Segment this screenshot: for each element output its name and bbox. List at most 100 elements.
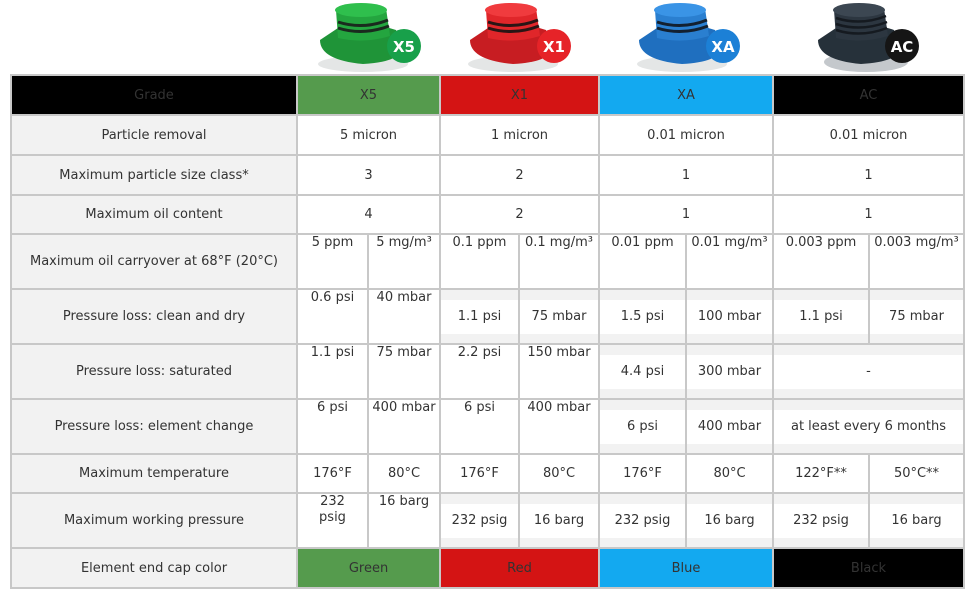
table-cell: 6 psi <box>296 398 369 455</box>
filter-cap-icon: X1 <box>468 3 571 72</box>
product-images-row: X5 X1 XA AC <box>0 0 971 75</box>
cap-color-green: Green <box>296 547 441 589</box>
table-cell: 0.1 mg/m³ <box>518 233 600 290</box>
table-row-pressure-loss-saturated: Pressure loss: saturated 1.1 psi 75 mbar… <box>10 343 965 400</box>
table-cell: 150 mbar <box>518 343 600 400</box>
filter-grade-spec-table: Grade X5 X1 XA AC Particle removal 5 mic… <box>10 74 965 589</box>
table-cell: 40 mbar <box>367 288 441 345</box>
table-row-particle-size-class: Maximum particle size class* 3 2 1 1 <box>10 154 965 196</box>
grade-header-x1: X1 <box>439 74 600 116</box>
table-cell: 1.1 psi <box>296 343 369 400</box>
table-cell: 1 <box>598 154 774 196</box>
table-cell: 75 mbar <box>868 288 965 345</box>
table-row-max-working-pressure: Maximum working pressure 232 psig 16 bar… <box>10 492 965 549</box>
grade-header-xa: XA <box>598 74 774 116</box>
table-cell: 232 psig <box>598 492 687 549</box>
product-image-x5: X5 <box>308 0 428 72</box>
row-label: Maximum particle size class* <box>10 154 298 196</box>
row-label: Pressure loss: clean and dry <box>10 288 298 345</box>
table-cell: 400 mbar <box>367 398 441 455</box>
table-cell: 16 barg <box>367 492 441 549</box>
table-cell: 16 barg <box>868 492 965 549</box>
filter-cap-icon: X5 <box>318 3 421 72</box>
table-cell: 5 micron <box>296 114 441 156</box>
table-cell: 75 mbar <box>367 343 441 400</box>
table-cell: 5 ppm <box>296 233 369 290</box>
header-row: Grade X5 X1 XA AC <box>10 74 965 116</box>
svg-text:XA: XA <box>711 38 735 56</box>
table-cell: 80°C <box>685 453 774 494</box>
table-cell: 5 mg/m³ <box>367 233 441 290</box>
table-cell: 0.003 mg/m³ <box>868 233 965 290</box>
table-cell: 232 psig <box>296 492 369 549</box>
product-image-xa: XA <box>627 0 747 72</box>
table-cell: 0.6 psi <box>296 288 369 345</box>
table-cell: 80°C <box>367 453 441 494</box>
row-label: Maximum oil carryover at 68°F (20°C) <box>10 233 298 290</box>
table-cell: 16 barg <box>685 492 774 549</box>
cap-color-black: Black <box>772 547 965 589</box>
row-label: Maximum working pressure <box>10 492 298 549</box>
table-cell: 0.01 micron <box>598 114 774 156</box>
table-cell: 4 <box>296 194 441 235</box>
grade-header-x5: X5 <box>296 74 441 116</box>
table-cell: 100 mbar <box>685 288 774 345</box>
product-image-ac: AC <box>806 0 926 72</box>
table-cell: 176°F <box>296 453 369 494</box>
table-cell: 80°C <box>518 453 600 494</box>
grade-header-ac: AC <box>772 74 965 116</box>
table-row-end-cap-color: Element end cap color Green Red Blue Bla… <box>10 547 965 589</box>
table-cell: 6 psi <box>598 398 687 455</box>
cap-color-red: Red <box>439 547 600 589</box>
table-cell: 122°F** <box>772 453 870 494</box>
svg-text:AC: AC <box>891 38 914 56</box>
svg-text:X1: X1 <box>543 38 565 56</box>
row-label: Pressure loss: element change <box>10 398 298 455</box>
table-row-oil-content: Maximum oil content 4 2 1 1 <box>10 194 965 235</box>
table-row-max-temperature: Maximum temperature 176°F 80°C 176°F 80°… <box>10 453 965 494</box>
table-cell: 1 <box>772 154 965 196</box>
table-cell: 300 mbar <box>685 343 774 400</box>
table-cell: 0.003 ppm <box>772 233 870 290</box>
svg-text:X5: X5 <box>393 38 415 56</box>
table-cell: 0.01 micron <box>772 114 965 156</box>
product-image-x1: X1 <box>458 0 578 72</box>
table-cell: 6 psi <box>439 398 520 455</box>
row-label: Element end cap color <box>10 547 298 589</box>
table-cell: at least every 6 months <box>772 398 965 455</box>
table-cell: 0.1 ppm <box>439 233 520 290</box>
table-cell: 1.1 psi <box>439 288 520 345</box>
table-cell: 400 mbar <box>518 398 600 455</box>
table-cell: 1.1 psi <box>772 288 870 345</box>
table-cell: 2 <box>439 194 600 235</box>
table-cell: 1.5 psi <box>598 288 687 345</box>
table-cell: 50°C** <box>868 453 965 494</box>
table-cell: 1 <box>772 194 965 235</box>
table-cell: 16 barg <box>518 492 600 549</box>
table-cell: 400 mbar <box>685 398 774 455</box>
table-row-oil-carryover: Maximum oil carryover at 68°F (20°C) 5 p… <box>10 233 965 290</box>
table-cell: 232 psig <box>439 492 520 549</box>
filter-cap-icon: XA <box>637 3 740 72</box>
table-cell: 4.4 psi <box>598 343 687 400</box>
table-cell: 2.2 psi <box>439 343 520 400</box>
table-row-pressure-loss-element-change: Pressure loss: element change 6 psi 400 … <box>10 398 965 455</box>
table-cell: - <box>772 343 965 400</box>
table-cell: 2 <box>439 154 600 196</box>
row-label: Particle removal <box>10 114 298 156</box>
cap-color-blue: Blue <box>598 547 774 589</box>
table-cell: 1 micron <box>439 114 600 156</box>
row-label: Pressure loss: saturated <box>10 343 298 400</box>
row-label: Maximum oil content <box>10 194 298 235</box>
filter-cap-icon: AC <box>818 3 919 72</box>
table-cell: 0.01 ppm <box>598 233 687 290</box>
table-cell: 232 psig <box>772 492 870 549</box>
table-cell: 3 <box>296 154 441 196</box>
table-cell: 176°F <box>439 453 520 494</box>
table-cell: 75 mbar <box>518 288 600 345</box>
grade-header: Grade <box>10 74 298 116</box>
table-cell: 0.01 mg/m³ <box>685 233 774 290</box>
row-label: Maximum temperature <box>10 453 298 494</box>
table-row-particle-removal: Particle removal 5 micron 1 micron 0.01 … <box>10 114 965 156</box>
table-cell: 1 <box>598 194 774 235</box>
